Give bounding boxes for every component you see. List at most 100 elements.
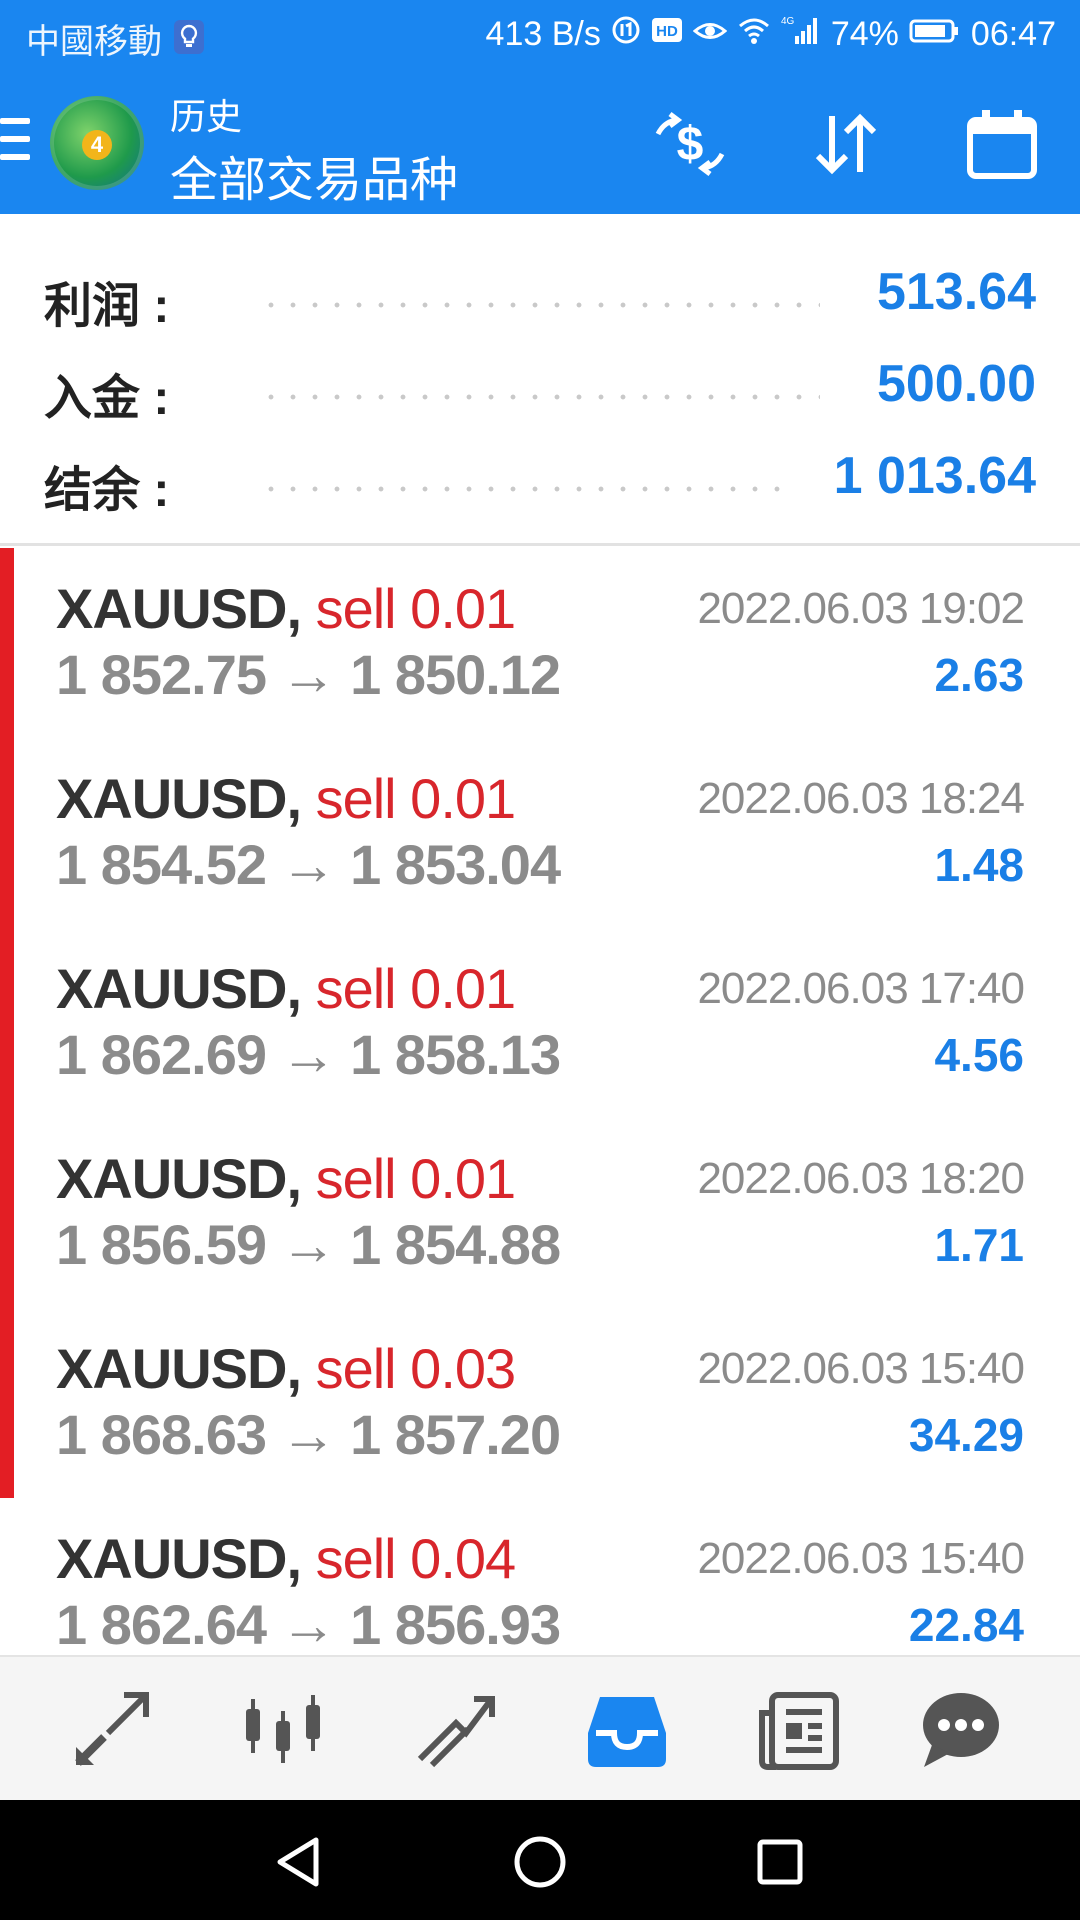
deal-title: XAUUSD, sell 0.01 xyxy=(56,1146,517,1211)
home-icon[interactable] xyxy=(510,1832,570,1892)
deal-prices: 1 856.59 → 1 854.88 xyxy=(56,1212,561,1277)
battery-icon xyxy=(909,15,961,54)
deal-symbol: XAUUSD, xyxy=(56,1337,302,1400)
eye-icon xyxy=(692,15,728,54)
deal-row[interactable]: XAUUSD, sell 0.01 1 852.75 → 1 850.12 20… xyxy=(0,548,1080,740)
deal-title: XAUUSD, sell 0.03 xyxy=(56,1336,517,1401)
dot-leader xyxy=(260,302,820,308)
deal-side: sell 0.01 xyxy=(315,577,517,640)
status-icons: 413 B/s HD 4G 74% 06:47 xyxy=(486,14,1056,55)
quotes-icon[interactable] xyxy=(68,1687,154,1773)
deal-title: XAUUSD, sell 0.01 xyxy=(56,766,517,831)
recents-icon[interactable] xyxy=(750,1832,810,1892)
sell-indicator xyxy=(0,738,14,928)
deal-prices: 1 862.69 → 1 858.13 xyxy=(56,1022,561,1087)
deal-side: sell 0.04 xyxy=(315,1527,517,1590)
profit-label: 利润 : xyxy=(44,280,170,333)
deal-prices: 1 852.75 → 1 850.12 xyxy=(56,642,561,707)
svg-text:HD: HD xyxy=(656,23,678,40)
deal-side: sell 0.01 xyxy=(315,767,517,830)
chat-icon[interactable] xyxy=(918,1687,1004,1773)
svg-text:$: $ xyxy=(677,118,704,171)
menu-icon[interactable] xyxy=(0,118,30,168)
news-icon[interactable] xyxy=(756,1687,842,1773)
deal-profit: 1.48 xyxy=(934,839,1024,891)
deposit-value: 500.00 xyxy=(876,355,1036,413)
deal-profit: 2.63 xyxy=(934,649,1024,701)
open-price: 1 868.63 xyxy=(56,1403,267,1466)
deal-symbol: XAUUSD, xyxy=(56,1147,302,1210)
close-price: 1 853.04 xyxy=(350,833,561,896)
hd-icon: HD xyxy=(651,15,683,54)
arrow-right-icon: → xyxy=(280,1213,337,1276)
wifi-icon xyxy=(737,15,771,54)
page-title[interactable]: 全部交易品种 xyxy=(170,140,458,210)
open-price: 1 856.59 xyxy=(56,1213,267,1276)
deal-profit: 1.71 xyxy=(934,1219,1024,1271)
summary-panel: 利润 : 513.64 入金 : 500.00 结余 : 1 013.64 xyxy=(0,214,1080,544)
arrow-right-icon: → xyxy=(280,643,337,706)
app-logo: 4 xyxy=(50,96,144,190)
open-price: 1 852.75 xyxy=(56,643,267,706)
deal-prices: 1 862.64 → 1 856.93 xyxy=(56,1592,561,1655)
open-price: 1 862.64 xyxy=(56,1593,267,1655)
deal-row[interactable]: XAUUSD, sell 0.01 1 856.59 → 1 854.88 20… xyxy=(0,1118,1080,1310)
deal-profit: 4.56 xyxy=(934,1029,1024,1081)
sell-indicator xyxy=(0,1308,14,1498)
balance-value: 1 013.64 xyxy=(833,447,1036,505)
profit-row: 利润 : 513.64 xyxy=(0,256,1080,336)
close-price: 1 854.88 xyxy=(350,1213,561,1276)
dot-leader xyxy=(260,486,780,492)
close-price: 1 857.20 xyxy=(350,1403,561,1466)
deal-row[interactable]: XAUUSD, sell 0.03 1 868.63 → 1 857.20 20… xyxy=(0,1308,1080,1500)
deposit-label: 入金 : xyxy=(44,372,170,425)
deals-list[interactable]: XAUUSD, sell 0.01 1 852.75 → 1 850.12 20… xyxy=(0,548,1080,1655)
sell-indicator xyxy=(0,1118,14,1308)
sort-icon[interactable] xyxy=(806,104,886,184)
deal-side: sell 0.03 xyxy=(315,1337,517,1400)
page-subtitle: 历史 xyxy=(170,96,243,137)
deposit-row: 入金 : 500.00 xyxy=(0,348,1080,428)
signal-icon: 4G xyxy=(781,14,821,55)
deal-datetime: 2022.06.03 15:40 xyxy=(697,1534,1025,1583)
net-speed: 413 B/s xyxy=(485,15,601,53)
deal-prices: 1 854.52 → 1 853.04 xyxy=(56,832,561,897)
sell-indicator xyxy=(0,548,14,738)
svg-text:4G: 4G xyxy=(781,16,795,27)
calendar-icon[interactable] xyxy=(962,104,1042,184)
history-icon[interactable] xyxy=(584,1687,670,1773)
deal-row[interactable]: XAUUSD, sell 0.01 1 862.69 → 1 858.13 20… xyxy=(0,928,1080,1120)
deal-datetime: 2022.06.03 15:40 xyxy=(697,1344,1025,1393)
bulb-icon xyxy=(174,20,204,54)
battery-percent: 74% xyxy=(830,15,899,53)
arrow-right-icon: → xyxy=(280,1403,337,1466)
deal-datetime: 2022.06.03 19:02 xyxy=(697,584,1025,633)
trade-icon[interactable] xyxy=(412,1687,498,1773)
deal-side: sell 0.01 xyxy=(315,957,517,1020)
deal-title: XAUUSD, sell 0.01 xyxy=(56,576,517,641)
chart-icon[interactable] xyxy=(240,1687,326,1773)
carrier-name: 中國移動 xyxy=(26,23,162,61)
logo-badge: 4 xyxy=(82,130,112,160)
deal-prices: 1 868.63 → 1 857.20 xyxy=(56,1402,561,1467)
deal-profit: 34.29 xyxy=(908,1409,1024,1461)
deal-title: XAUUSD, sell 0.04 xyxy=(56,1526,517,1591)
deal-row[interactable]: XAUUSD, sell 0.01 1 854.52 → 1 853.04 20… xyxy=(0,738,1080,930)
close-price: 1 858.13 xyxy=(350,1023,561,1086)
profit-value: 513.64 xyxy=(876,263,1036,321)
deal-symbol: XAUUSD, xyxy=(56,1527,302,1590)
deal-datetime: 2022.06.03 18:24 xyxy=(697,774,1025,823)
close-price: 1 856.93 xyxy=(350,1593,561,1655)
arrow-right-icon: → xyxy=(280,1023,337,1086)
deposit-exchange-icon[interactable]: $ xyxy=(650,104,730,184)
close-price: 1 850.12 xyxy=(350,643,561,706)
clock: 06:47 xyxy=(970,15,1056,53)
back-icon[interactable] xyxy=(270,1832,330,1892)
deal-row[interactable]: XAUUSD, sell 0.04 1 862.64 → 1 856.93 20… xyxy=(0,1498,1080,1655)
data-saver-icon xyxy=(611,15,641,54)
app-header: 4 历史 全部交易品种 $ xyxy=(0,74,1080,214)
bottom-tab-bar xyxy=(0,1655,1080,1802)
deal-datetime: 2022.06.03 18:20 xyxy=(697,1154,1025,1203)
deal-symbol: XAUUSD, xyxy=(56,767,302,830)
deal-side: sell 0.01 xyxy=(315,1147,517,1210)
